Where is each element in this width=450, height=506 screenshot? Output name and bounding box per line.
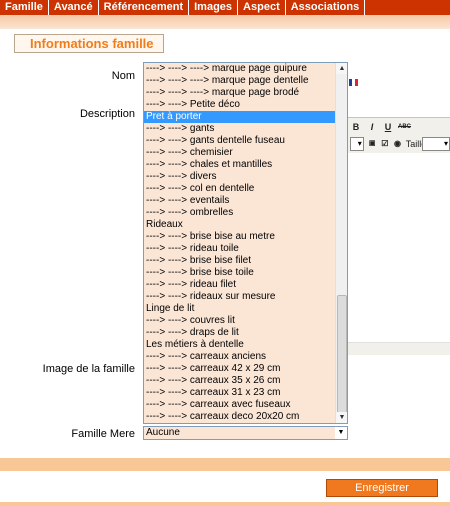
dropdown-option[interactable]: ----> ----> chales et mantilles bbox=[144, 159, 335, 171]
tab-referencement[interactable]: Référencement bbox=[99, 0, 190, 15]
dropdown-option[interactable]: ----> ----> gants bbox=[144, 123, 335, 135]
dropdown-option[interactable]: ----> ----> ombrelles bbox=[144, 207, 335, 219]
footer-band bbox=[0, 458, 450, 471]
tab-avance[interactable]: Avancé bbox=[49, 0, 99, 15]
checkbox-icon[interactable]: ☑ bbox=[380, 138, 389, 150]
dropdown-option[interactable]: ----> ----> carreaux anciens bbox=[144, 351, 335, 363]
label-image-famille: Image de la famille bbox=[42, 363, 135, 375]
famille-mere-select[interactable]: Aucune ▼ bbox=[143, 426, 348, 440]
dropdown-option[interactable]: ----> ----> col en dentelle bbox=[144, 183, 335, 195]
editor-status-bar bbox=[347, 343, 450, 355]
italic-button[interactable]: I bbox=[366, 121, 378, 133]
chevron-down-icon[interactable]: ▼ bbox=[335, 427, 347, 439]
dropdown-scrollbar[interactable]: ▲ ▼ bbox=[335, 63, 347, 423]
dropdown-option[interactable]: ----> ----> rideau filet bbox=[144, 279, 335, 291]
label-description: Description bbox=[79, 108, 135, 120]
dropdown-option[interactable]: ----> ----> carreaux 42 x 29 cm bbox=[144, 363, 335, 375]
taille-label: Taille bbox=[405, 139, 427, 149]
dropdown-option[interactable]: ----> ----> carreaux deco 20x20 cm bbox=[144, 411, 335, 423]
dropdown-option[interactable]: ----> ----> carreaux avec fuseaux bbox=[144, 399, 335, 411]
scroll-thumb[interactable] bbox=[337, 295, 347, 417]
tab-famille[interactable]: Famille bbox=[0, 0, 49, 15]
font-select[interactable]: ▾ bbox=[350, 137, 364, 151]
dropdown-option[interactable]: ----> ----> brise bise toile bbox=[144, 267, 335, 279]
taille-select[interactable]: ▾ bbox=[421, 137, 450, 151]
dropdown-option[interactable]: ----> ----> divers bbox=[144, 171, 335, 183]
dropdown-option[interactable]: ----> ----> eventails bbox=[144, 195, 335, 207]
dropdown-option[interactable]: ----> ----> rideaux sur mesure bbox=[144, 291, 335, 303]
radio-icon[interactable]: ◉ bbox=[393, 138, 402, 150]
famille-dropdown-list[interactable]: ----> ----> ----> marque page guipure ---… bbox=[143, 62, 348, 424]
dropdown-option[interactable]: ----> ----> brise bise au metre bbox=[144, 231, 335, 243]
strikethrough-button[interactable]: ABC bbox=[398, 121, 411, 133]
dropdown-option[interactable]: Pret à porter bbox=[144, 111, 335, 123]
tab-strip bbox=[0, 15, 450, 29]
famille-mere-value: Aucune bbox=[146, 427, 180, 438]
underline-button[interactable]: U bbox=[382, 121, 394, 133]
tab-bar: Famille Avancé Référencement Images Aspe… bbox=[0, 0, 450, 15]
dropdown-option[interactable]: ----> ----> carreaux 35 x 26 cm bbox=[144, 375, 335, 387]
dropdown-option[interactable]: ----> ----> carreaux 31 x 23 cm bbox=[144, 387, 335, 399]
dropdown-option[interactable]: ----> ----> gants dentelle fuseau bbox=[144, 135, 335, 147]
dropdown-option[interactable]: ----> ----> ----> marque page dentelle bbox=[144, 75, 335, 87]
dropdown-option[interactable]: Rideaux bbox=[144, 219, 335, 231]
bold-button[interactable]: B bbox=[350, 121, 362, 133]
save-icon[interactable]: ▣ bbox=[368, 138, 377, 150]
dropdown-option[interactable]: ----> ----> Petite déco bbox=[144, 99, 335, 111]
dropdown-option[interactable]: ----> ----> draps de lit bbox=[144, 327, 335, 339]
label-famille-mere: Famille Mere bbox=[71, 428, 135, 440]
footer-strip bbox=[0, 502, 450, 506]
save-button[interactable]: Enregistrer bbox=[326, 479, 438, 497]
description-editor-area[interactable] bbox=[347, 153, 450, 343]
section-title: Informations famille bbox=[14, 34, 164, 53]
editor-toolbar-2: ▾ ▣ ☑ ◉ Taille ▾ bbox=[347, 135, 450, 153]
tab-associations[interactable]: Associations bbox=[286, 0, 366, 15]
dropdown-option[interactable]: ----> ----> couvres lit bbox=[144, 315, 335, 327]
dropdown-option[interactable]: Linge de lit bbox=[144, 303, 335, 315]
dropdown-option[interactable]: ----> ----> chemisier bbox=[144, 147, 335, 159]
scroll-down-icon[interactable]: ▼ bbox=[336, 412, 347, 423]
dropdown-options: ----> ----> ----> marque page guipure ---… bbox=[144, 63, 335, 423]
french-flag-icon[interactable] bbox=[349, 79, 358, 86]
dropdown-option[interactable]: ----> ----> rideau toile bbox=[144, 243, 335, 255]
label-nom: Nom bbox=[111, 70, 135, 82]
tab-images[interactable]: Images bbox=[189, 0, 239, 15]
editor-toolbar: B I U ABC bbox=[347, 117, 450, 135]
tab-aspect[interactable]: Aspect bbox=[238, 0, 286, 15]
scroll-up-icon[interactable]: ▲ bbox=[336, 63, 347, 74]
dropdown-option[interactable]: ----> ----> brise bise filet bbox=[144, 255, 335, 267]
dropdown-option[interactable]: ----> ----> ----> marque page brodé bbox=[144, 87, 335, 99]
dropdown-option[interactable]: ----> ----> ----> marque page guipure bbox=[144, 63, 335, 75]
dropdown-option[interactable]: Les métiers à dentelle bbox=[144, 339, 335, 351]
